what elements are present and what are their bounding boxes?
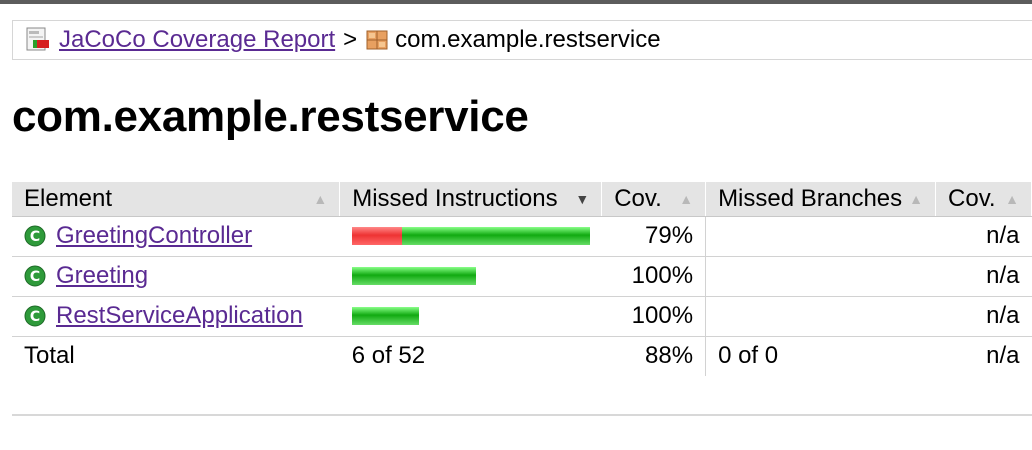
coverage-bar-covered	[351, 267, 476, 285]
table-header-row: Element ▲ Missed Instructions ▼ Cov. ▲ M…	[12, 182, 1032, 217]
total-missed-branches: 0 of 0	[718, 342, 779, 370]
coverage-bar-missed	[351, 227, 402, 245]
element-cell: C RestServiceApplication	[12, 296, 340, 337]
sort-arrows-icon: ▲	[679, 190, 694, 207]
header-missed-instructions[interactable]: Missed Instructions ▼	[339, 182, 603, 217]
header-element-label: Element	[24, 184, 113, 212]
class-icon: C	[24, 225, 46, 247]
header-cov-branches[interactable]: Cov. ▲	[935, 182, 1032, 217]
table-row: C Greeting 100% n/a	[12, 256, 1032, 297]
sort-arrows-icon: ▲	[313, 190, 328, 207]
breadcrumb-current: com.example.restservice	[395, 26, 661, 53]
header-missed-branches[interactable]: Missed Branches ▲	[705, 182, 937, 217]
header-cov-instructions-label: Cov.	[614, 184, 662, 212]
coverage-table: Element ▲ Missed Instructions ▼ Cov. ▲ M…	[12, 182, 1032, 376]
missed-instructions-bar-cell	[339, 216, 602, 257]
coverage-bar-covered	[351, 307, 419, 325]
branch-coverage: n/a	[935, 256, 1032, 297]
total-row: Total 6 of 52 88% 0 of 0 n/a	[12, 336, 1032, 376]
missed-instructions-bar-cell	[339, 296, 602, 337]
total-label: Total	[24, 342, 75, 370]
instruction-coverage: 100%	[601, 256, 707, 297]
footer-divider	[12, 414, 1032, 416]
sort-desc-icon: ▼	[575, 190, 590, 207]
coverage-bar	[351, 307, 590, 325]
header-missed-branches-label: Missed Branches	[718, 184, 903, 212]
total-instruction-coverage: 88%	[601, 336, 707, 376]
element-link-greeting[interactable]: Greeting	[56, 262, 148, 290]
package-icon	[365, 28, 389, 52]
table-row: C GreetingController 79% n/a	[12, 216, 1032, 257]
missed-branches-cell	[705, 216, 936, 257]
missed-branches-cell	[705, 256, 936, 297]
report-icon	[25, 27, 51, 53]
svg-text:C: C	[30, 309, 40, 325]
branch-coverage: n/a	[935, 296, 1032, 337]
total-missed-instructions: 6 of 52	[351, 342, 426, 370]
breadcrumb: JaCoCo Coverage Report > com.example.res…	[12, 20, 1032, 60]
header-cov-branches-label: Cov.	[948, 184, 996, 212]
missed-instructions-bar-cell	[339, 256, 602, 297]
coverage-bar	[351, 267, 590, 285]
element-link-restserviceapplication[interactable]: RestServiceApplication	[56, 302, 303, 330]
branch-coverage: n/a	[935, 216, 1032, 257]
page-title: com.example.restservice	[12, 92, 529, 141]
instruction-coverage: 79%	[601, 216, 707, 257]
sort-arrows-icon: ▲	[909, 190, 924, 207]
element-link-greetingcontroller[interactable]: GreetingController	[56, 222, 252, 250]
total-branch-coverage: n/a	[986, 342, 1020, 370]
element-cell: C GreetingController	[12, 216, 340, 257]
element-cell: C Greeting	[12, 256, 340, 297]
class-icon: C	[24, 305, 46, 327]
header-missed-instructions-label: Missed Instructions	[352, 184, 558, 212]
header-element[interactable]: Element ▲	[12, 182, 341, 217]
instruction-coverage: 100%	[601, 296, 707, 337]
coverage-bar	[351, 227, 590, 245]
svg-text:C: C	[30, 229, 40, 245]
coverage-bar-covered	[401, 227, 590, 245]
breadcrumb-root-link[interactable]: JaCoCo Coverage Report	[59, 26, 335, 54]
svg-text:C: C	[30, 269, 40, 285]
header-cov-instructions[interactable]: Cov. ▲	[601, 182, 707, 217]
sort-arrows-icon: ▲	[1005, 190, 1019, 207]
table-row: C RestServiceApplication 100% n/a	[12, 296, 1032, 337]
missed-branches-cell	[705, 296, 936, 337]
breadcrumb-separator: >	[343, 26, 358, 53]
class-icon: C	[24, 265, 46, 287]
top-border	[0, 0, 1032, 4]
